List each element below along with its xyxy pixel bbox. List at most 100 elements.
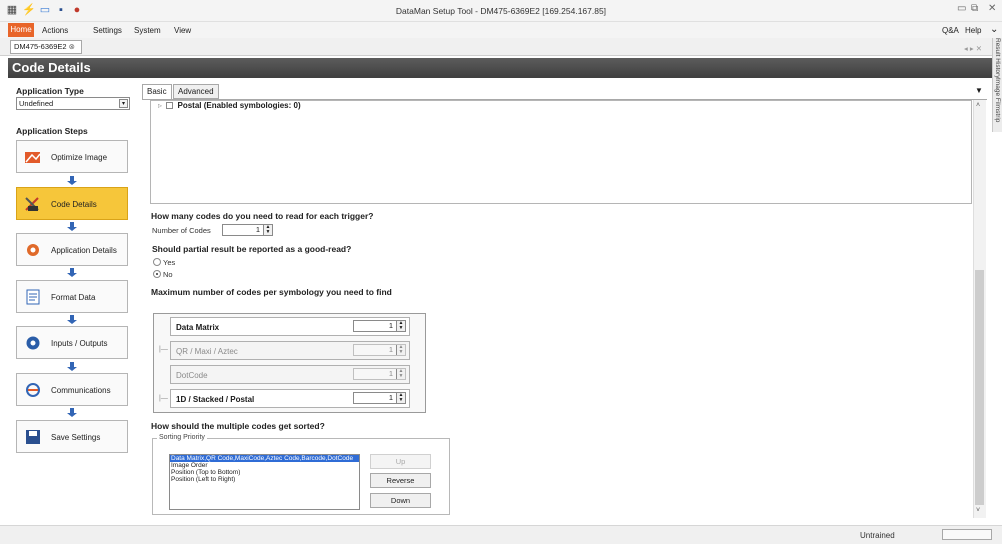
chevron-down-icon[interactable]: ▼ [975,86,983,95]
symbology-row-name: Data Matrix [176,323,220,332]
flow-arrow-icon [67,222,77,231]
step-label: Communications [51,386,111,395]
menu-system[interactable]: System [134,26,161,35]
inputs-outputs-icon [26,336,40,350]
tab-basic[interactable]: Basic [142,84,172,100]
step-label: Optimize Image [51,153,108,162]
spin-arrows-icon[interactable]: ▲ ▼ [396,393,405,403]
restore-icon[interactable]: ⧉ [971,3,978,14]
data-matrix-count-stepper[interactable]: 1 ▲ ▼ [353,320,406,332]
dotcode-count-stepper[interactable]: 1 ▲ ▼ [353,368,406,380]
up-button[interactable]: Up [370,454,431,469]
document-tab-bar [0,38,1002,56]
1d-stacked-postal-count-value: 1 [388,393,393,402]
side-panel-result-history[interactable]: Result History [994,38,1001,78]
radio-yes-label: Yes [163,258,176,267]
reverse-button[interactable]: Reverse [370,473,431,488]
spin-arrows-icon[interactable]: ▲ ▼ [263,225,272,235]
spin-arrows-icon[interactable]: ▲ ▼ [396,369,405,379]
scroll-up-icon[interactable]: ˄ [976,102,980,109]
flow-arrow-icon [67,176,77,185]
document-tab-label: DM475-6369E2 [14,42,67,51]
max-codes-question: Maximum number of codes per symbology yo… [151,287,392,297]
minimize-icon[interactable]: ▭ [957,3,966,14]
step-label: Save Settings [51,433,101,442]
status-progress [942,529,992,540]
1d-stacked-postal-count-stepper[interactable]: 1 ▲ ▼ [353,392,406,404]
data-matrix-count-value: 1 [388,321,393,330]
format-data-icon [26,289,40,305]
page-title: Code Details [12,60,91,75]
document-tab[interactable]: DM475-6369E2 ⊗ [10,40,82,54]
number-of-codes-stepper[interactable]: 1 ▲ ▼ [222,224,273,236]
down-button[interactable]: Down [370,493,431,508]
menu-settings[interactable]: Settings [93,26,122,35]
spin-arrows-icon[interactable]: ▲ ▼ [396,321,405,331]
step-format-data[interactable]: Format Data [16,280,128,313]
radio-no-label: No [163,270,173,279]
radio-no[interactable] [153,270,161,278]
flow-arrow-icon [67,315,77,324]
step-save-settings[interactable]: Save Settings [16,420,128,453]
step-label: Format Data [51,293,96,302]
symbology-row-name: QR / Maxi / Aztec [176,347,238,356]
symbology-row-name: 1D / Stacked / Postal [176,395,255,404]
step-application-details[interactable]: Application Details [16,233,128,266]
step-inputs-outputs[interactable]: Inputs / Outputs [16,326,128,359]
sorting-question: How should the multiple codes get sorted… [151,421,325,431]
sorting-item[interactable]: Data Matrix,QR Code,MaxiCode,Aztec Code,… [170,455,359,462]
close-icon[interactable]: ✕ [988,3,996,14]
scrollbar-thumb[interactable] [975,270,984,505]
spin-arrows-icon[interactable]: ▲ ▼ [396,345,405,355]
symbology-postal-row[interactable]: ▹ Postal (Enabled symbologies: 0) [158,101,301,110]
radio-yes[interactable] [153,258,161,266]
menu-actions[interactable]: Actions [42,26,68,35]
application-type-select[interactable]: Undefined ▾ [16,97,130,110]
communications-icon [26,383,40,397]
optimize-image-icon [25,152,41,163]
symbology-checkbox[interactable] [166,102,174,109]
qr-maxi-aztec-count-stepper[interactable]: 1 ▲ ▼ [353,344,406,356]
sorting-item[interactable]: Image Order [170,462,359,469]
symbology-row-name: DotCode [176,371,208,380]
sorting-priority-label: Sorting Priority [157,434,207,441]
menu-home[interactable]: Home [8,23,34,37]
tab-scroll-icon[interactable]: ◂ ▸ ✕ [964,44,982,53]
step-label: Application Details [51,246,117,255]
save-settings-icon [26,430,40,444]
step-code-details[interactable]: Code Details [16,187,128,220]
flow-arrow-icon [67,408,77,417]
status-bar [0,525,1002,544]
symbology-list[interactable] [150,100,972,204]
qa-link[interactable]: Q&A [942,26,959,35]
sorting-item[interactable]: Position (Left to Right) [170,476,359,483]
symbology-postal-label: Postal (Enabled symbologies: 0) [177,101,301,110]
window-title: DataMan Setup Tool - DM475-6369E2 [169.2… [395,6,607,16]
title-bar: ▦ ⚡ ▭ ▪ ● DataMan Setup Tool - DM475-636… [0,0,1002,22]
step-optimize-image[interactable]: Optimize Image [16,140,128,173]
tab-advanced[interactable]: Advanced [173,84,219,99]
code-details-icon [25,197,39,211]
close-tab-icon[interactable]: ⊗ [69,42,75,51]
chevron-down-icon[interactable]: ⌄ [990,24,998,35]
tree-connector-icon: |— [159,395,168,402]
expand-icon[interactable]: ▹ [158,101,162,110]
flow-arrow-icon [67,362,77,371]
codes-per-trigger-question: How many codes do you need to read for e… [151,211,374,221]
step-communications[interactable]: Communications [16,373,128,406]
chevron-down-icon[interactable]: ▾ [119,99,128,108]
menu-help[interactable]: Help [965,26,981,35]
side-panel-strip: Result History Image Filmstrip [992,38,1002,132]
menu-view[interactable]: View [174,26,191,35]
tree-connector-icon: |— [159,346,168,353]
training-status: Untrained [860,531,895,540]
flow-arrow-icon [67,268,77,277]
application-type-value: Undefined [19,99,54,108]
application-details-icon [27,244,39,256]
sorting-item[interactable]: Position (Top to Bottom) [170,469,359,476]
step-label: Inputs / Outputs [51,339,108,348]
scroll-down-icon[interactable]: ˅ [976,507,980,514]
dotcode-count-value: 1 [388,369,393,378]
side-panel-image-filmstrip[interactable]: Image Filmstrip [994,78,1001,122]
partial-result-question: Should partial result be reported as a g… [152,244,352,254]
